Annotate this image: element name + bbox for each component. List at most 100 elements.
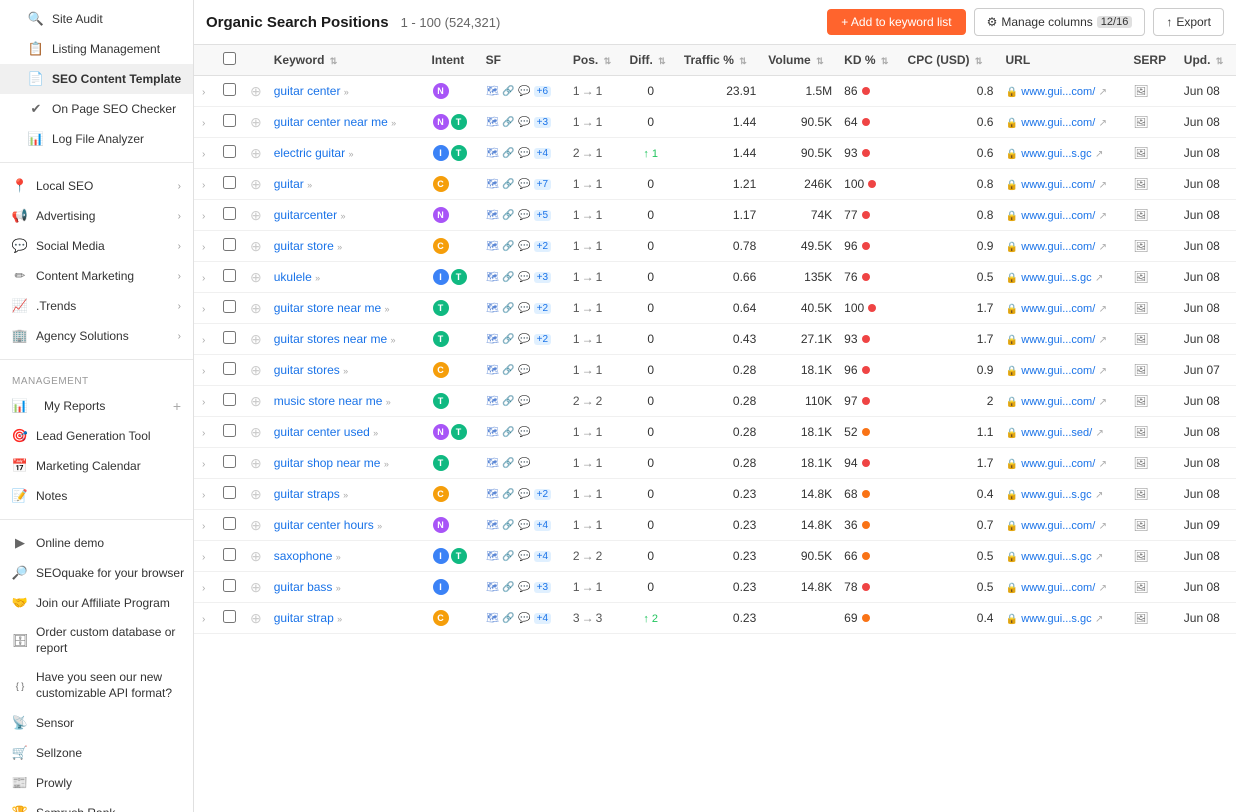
serp-snapshot-icon[interactable]: 🖼	[1133, 456, 1148, 470]
keyword-link[interactable]: ukulele	[274, 270, 312, 284]
keyword-link[interactable]: guitar store	[274, 239, 334, 253]
row-checkbox[interactable]	[223, 269, 236, 282]
keyword-link[interactable]: guitar straps	[274, 487, 340, 501]
select-all-checkbox[interactable]	[223, 52, 236, 65]
export-button[interactable]: ↑ Export	[1153, 8, 1224, 36]
row-checkbox[interactable]	[223, 238, 236, 251]
serp-snapshot-icon[interactable]: 🖼	[1133, 363, 1148, 377]
url-external-icon[interactable]: ↗	[1099, 583, 1107, 594]
add-keyword-icon[interactable]: ⊕	[250, 579, 262, 595]
th-cpc[interactable]: CPC (USD) ⇅	[902, 45, 1000, 76]
sidebar-item-log-file[interactable]: 📊 Log File Analyzer	[0, 124, 193, 154]
add-keyword-icon[interactable]: ⊕	[250, 145, 262, 161]
th-pos[interactable]: Pos. ⇅	[567, 45, 624, 76]
expand-button[interactable]: ›	[200, 209, 207, 224]
url-link[interactable]: www.gui...com/	[1021, 210, 1095, 222]
serp-snapshot-icon[interactable]: 🖼	[1133, 239, 1148, 253]
url-link[interactable]: www.gui...com/	[1021, 582, 1095, 594]
th-sf[interactable]: SF	[480, 45, 567, 76]
add-keyword-icon[interactable]: ⊕	[250, 207, 262, 223]
serp-snapshot-icon[interactable]: 🖼	[1133, 208, 1148, 222]
keyword-link[interactable]: guitar center near me	[274, 115, 388, 129]
add-keyword-icon[interactable]: ⊕	[250, 548, 262, 564]
url-link[interactable]: www.gui...s.gc	[1021, 489, 1091, 501]
sidebar-item-semrush-rank[interactable]: 🏆 Semrush Rank	[0, 798, 193, 812]
sidebar-item-notes[interactable]: 📝 Notes	[0, 481, 193, 511]
add-to-keyword-list-button[interactable]: + Add to keyword list	[827, 9, 965, 35]
sidebar-item-api-format[interactable]: { } Have you seen our new customizable A…	[0, 663, 193, 708]
expand-button[interactable]: ›	[200, 147, 207, 162]
sidebar-item-sensor[interactable]: 📡 Sensor	[0, 708, 193, 738]
sidebar-item-site-audit[interactable]: 🔍 Site Audit	[0, 4, 193, 34]
url-link[interactable]: www.gui...sed/	[1021, 427, 1092, 439]
add-keyword-icon[interactable]: ⊕	[250, 238, 262, 254]
th-serp[interactable]: SERP	[1127, 45, 1177, 76]
url-external-icon[interactable]: ↗	[1099, 335, 1107, 346]
url-external-icon[interactable]: ↗	[1095, 273, 1103, 284]
row-checkbox[interactable]	[223, 579, 236, 592]
url-external-icon[interactable]: ↗	[1095, 149, 1103, 160]
row-checkbox[interactable]	[223, 486, 236, 499]
row-checkbox[interactable]	[223, 393, 236, 406]
keyword-link[interactable]: guitar bass	[274, 580, 333, 594]
sidebar-item-trends[interactable]: 📈 .Trends ›	[0, 291, 193, 321]
row-checkbox[interactable]	[223, 517, 236, 530]
url-link[interactable]: www.gui...com/	[1021, 117, 1095, 129]
expand-button[interactable]: ›	[200, 178, 207, 193]
keyword-link[interactable]: guitar stores	[274, 363, 340, 377]
sidebar-item-content-marketing[interactable]: ✏ Content Marketing ›	[0, 261, 193, 291]
add-keyword-icon[interactable]: ⊕	[250, 610, 262, 626]
expand-button[interactable]: ›	[200, 457, 207, 472]
url-link[interactable]: www.gui...com/	[1021, 86, 1095, 98]
keyword-link[interactable]: guitar center used	[274, 425, 370, 439]
sidebar-item-listing-management[interactable]: 📋 Listing Management	[0, 34, 193, 64]
serp-snapshot-icon[interactable]: 🖼	[1133, 425, 1148, 439]
url-external-icon[interactable]: ↗	[1095, 614, 1103, 625]
url-external-icon[interactable]: ↗	[1099, 459, 1107, 470]
th-kd[interactable]: KD % ⇅	[838, 45, 901, 76]
keyword-link[interactable]: guitar stores near me	[274, 332, 387, 346]
url-link[interactable]: www.gui...s.gc	[1021, 551, 1091, 563]
add-keyword-icon[interactable]: ⊕	[250, 331, 262, 347]
keyword-link[interactable]: guitar strap	[274, 611, 334, 625]
th-volume[interactable]: Volume ⇅	[762, 45, 838, 76]
row-checkbox[interactable]	[223, 362, 236, 375]
row-checkbox[interactable]	[223, 114, 236, 127]
url-external-icon[interactable]: ↗	[1099, 87, 1107, 98]
serp-snapshot-icon[interactable]: 🖼	[1133, 332, 1148, 346]
url-external-icon[interactable]: ↗	[1099, 242, 1107, 253]
url-external-icon[interactable]: ↗	[1099, 521, 1107, 532]
keyword-link[interactable]: guitar center	[274, 84, 341, 98]
serp-snapshot-icon[interactable]: 🖼	[1133, 177, 1148, 191]
add-keyword-icon[interactable]: ⊕	[250, 269, 262, 285]
serp-snapshot-icon[interactable]: 🖼	[1133, 611, 1148, 625]
expand-button[interactable]: ›	[200, 581, 207, 596]
sidebar-item-social-media[interactable]: 💬 Social Media ›	[0, 231, 193, 261]
expand-button[interactable]: ›	[200, 85, 207, 100]
sidebar-item-lead-gen[interactable]: 🎯 Lead Generation Tool	[0, 421, 193, 451]
add-keyword-icon[interactable]: ⊕	[250, 300, 262, 316]
url-link[interactable]: www.gui...com/	[1021, 179, 1095, 191]
expand-button[interactable]: ›	[200, 240, 207, 255]
manage-columns-button[interactable]: ⚙ Manage columns 12/16	[974, 8, 1146, 36]
expand-button[interactable]: ›	[200, 116, 207, 131]
url-link[interactable]: www.gui...com/	[1021, 303, 1095, 315]
expand-button[interactable]: ›	[200, 395, 207, 410]
serp-snapshot-icon[interactable]: 🖼	[1133, 518, 1148, 532]
keyword-link[interactable]: guitar shop near me	[274, 456, 381, 470]
url-link[interactable]: www.gui...s.gc	[1021, 613, 1091, 625]
sidebar-item-advertising[interactable]: 📢 Advertising ›	[0, 201, 193, 231]
row-checkbox[interactable]	[223, 331, 236, 344]
sidebar-item-my-reports[interactable]: 📊 My Reports +	[0, 391, 193, 421]
expand-button[interactable]: ›	[200, 612, 207, 627]
keyword-link[interactable]: music store near me	[274, 394, 383, 408]
row-checkbox[interactable]	[223, 455, 236, 468]
add-keyword-icon[interactable]: ⊕	[250, 424, 262, 440]
add-keyword-icon[interactable]: ⊕	[250, 114, 262, 130]
serp-snapshot-icon[interactable]: 🖼	[1133, 580, 1148, 594]
url-external-icon[interactable]: ↗	[1099, 397, 1107, 408]
url-link[interactable]: www.gui...s.gc	[1021, 272, 1091, 284]
sidebar-item-affiliate[interactable]: 🤝 Join our Affiliate Program	[0, 588, 193, 618]
th-updated[interactable]: Upd. ⇅	[1178, 45, 1236, 76]
sidebar-item-custom-db[interactable]: 🗄 Order custom database or report	[0, 618, 193, 663]
